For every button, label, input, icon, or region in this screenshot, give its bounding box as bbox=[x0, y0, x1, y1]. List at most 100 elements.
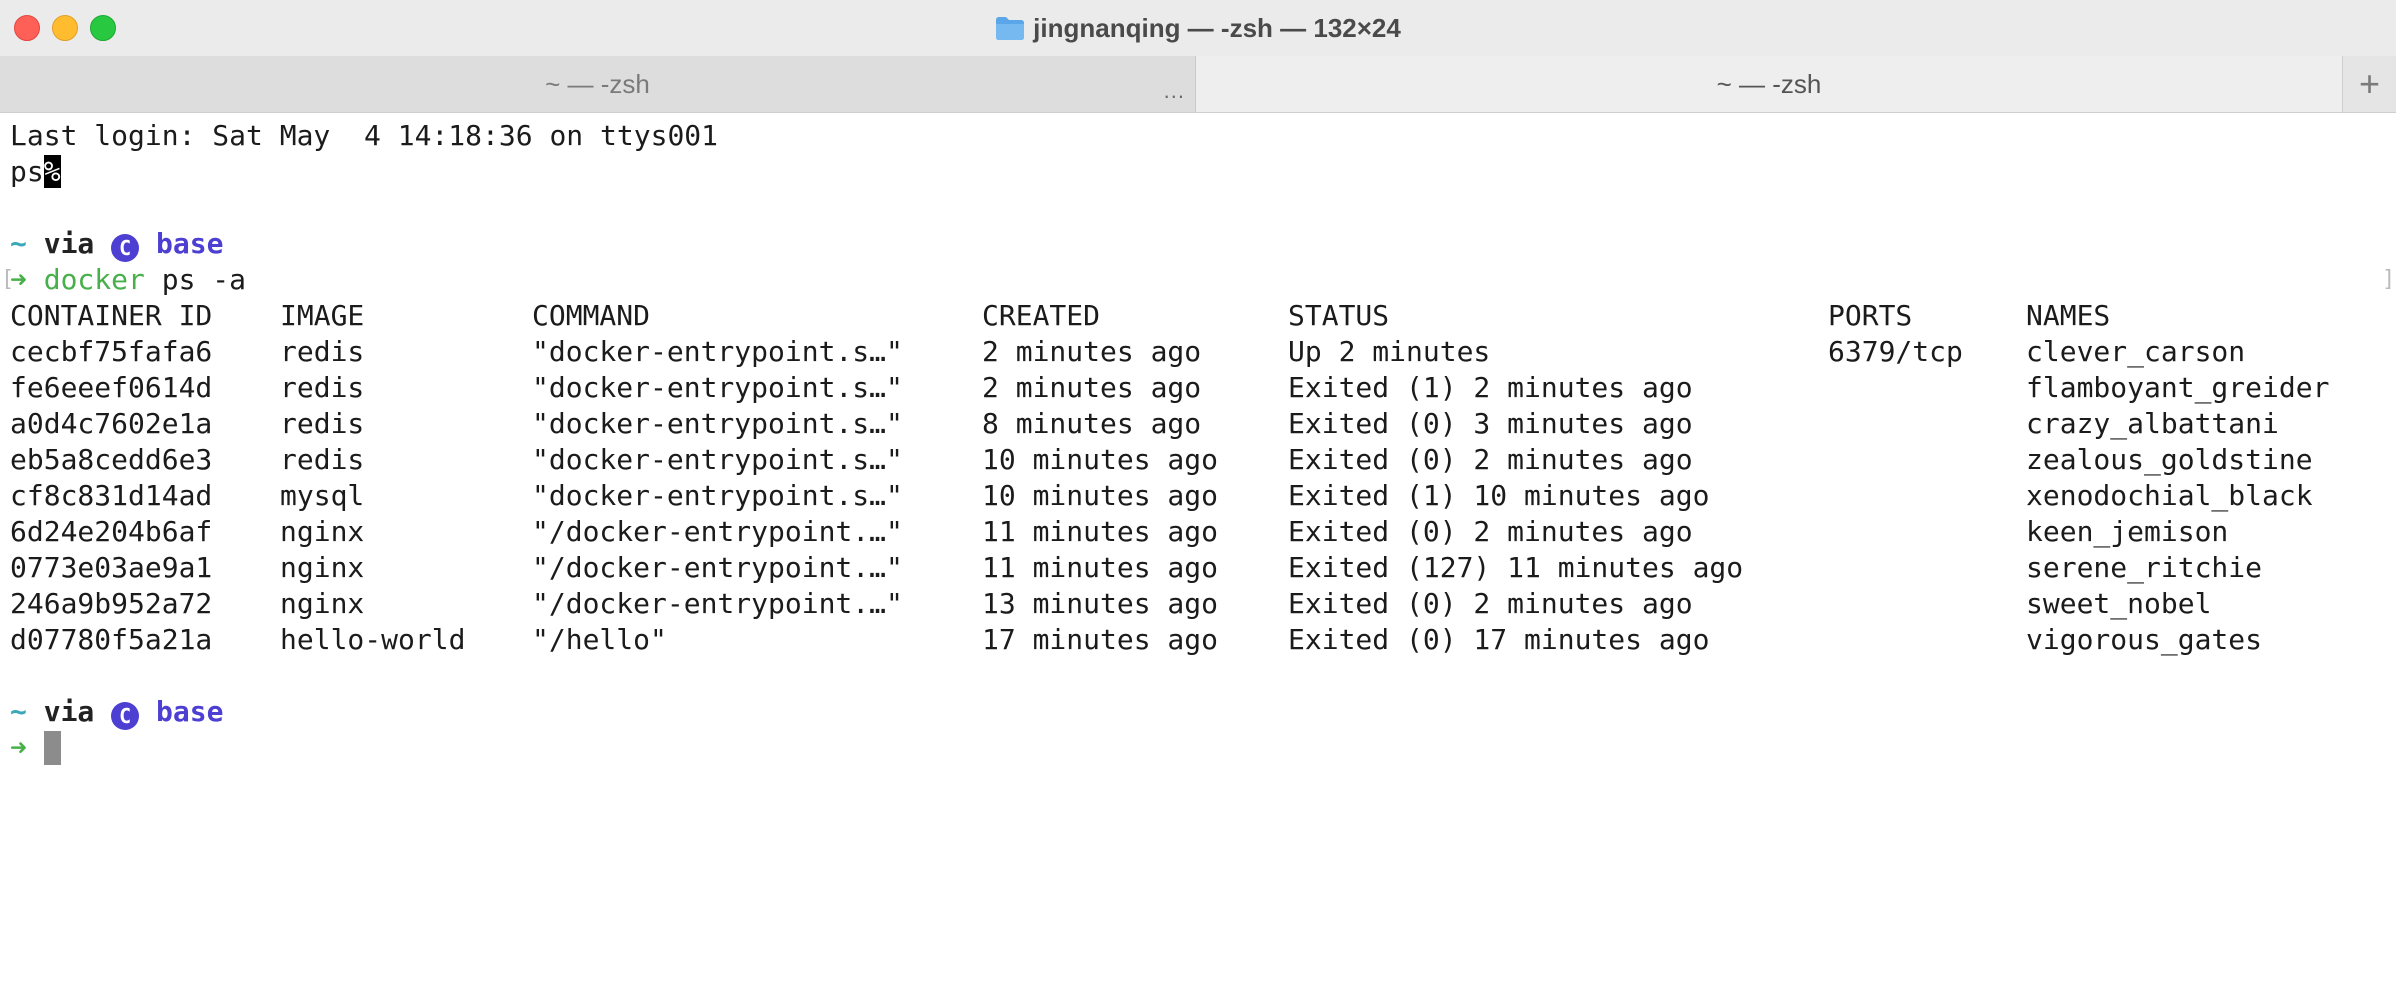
table-row: cf8c831d14ad mysql "docker-entrypoint.s…… bbox=[10, 478, 2396, 514]
maximize-button[interactable] bbox=[90, 15, 116, 41]
cell-command: "/docker-entrypoint.…" bbox=[532, 551, 903, 584]
prompt-tilde: ~ bbox=[10, 695, 27, 728]
last-login-line: Last login: Sat May 4 14:18:36 on ttys00… bbox=[10, 119, 719, 152]
cell-command: "docker-entrypoint.s…" bbox=[532, 443, 903, 476]
cell-created: 11 minutes ago bbox=[982, 551, 1219, 584]
close-button[interactable] bbox=[14, 15, 40, 41]
cell-status: Exited (1) 10 minutes ago bbox=[1288, 479, 1710, 512]
prompt-line: ~ via C base bbox=[10, 226, 2396, 262]
header-image: IMAGE bbox=[280, 299, 365, 332]
prompt-line: ~ via C base bbox=[10, 694, 2396, 730]
tab-bar: ~ — -zsh ... ~ — -zsh + bbox=[0, 56, 2396, 113]
minimize-button[interactable] bbox=[52, 15, 78, 41]
folder-icon bbox=[995, 15, 1025, 41]
table-row: 246a9b952a72 nginx "/docker-entrypoint.…… bbox=[10, 586, 2396, 622]
cell-container-id: fe6eeef0614d bbox=[10, 371, 213, 404]
tab-zsh-2[interactable]: ~ — -zsh bbox=[1196, 56, 2342, 112]
cell-created: 17 minutes ago bbox=[982, 623, 1219, 656]
cell-image: nginx bbox=[280, 515, 365, 548]
cell-command: "docker-entrypoint.s…" bbox=[532, 335, 903, 368]
header-created: CREATED bbox=[982, 299, 1101, 332]
cell-status: Exited (1) 2 minutes ago bbox=[1288, 371, 1693, 404]
cell-command: "docker-entrypoint.s…" bbox=[532, 407, 903, 440]
cell-command: "/docker-entrypoint.…" bbox=[532, 515, 903, 548]
cell-created: 10 minutes ago bbox=[982, 479, 1219, 512]
new-tab-button[interactable]: + bbox=[2342, 56, 2396, 112]
cell-command: "docker-entrypoint.s…" bbox=[532, 479, 903, 512]
conda-env-name: base bbox=[156, 695, 224, 728]
cell-names: xenodochial_black bbox=[2026, 479, 2313, 512]
cell-status: Exited (0) 2 minutes ago bbox=[1288, 515, 1693, 548]
cell-names: flamboyant_greider bbox=[2026, 371, 2330, 404]
command-args: ps -a bbox=[161, 263, 247, 296]
cell-status: Exited (0) 2 minutes ago bbox=[1288, 587, 1693, 620]
window-title-group: jingnanqing — -zsh — 132×24 bbox=[995, 13, 1401, 44]
table-row: d07780f5a21a hello-world "/hello" 17 min… bbox=[10, 622, 2396, 658]
conda-env-name: base bbox=[156, 227, 224, 260]
cell-container-id: cf8c831d14ad bbox=[10, 479, 213, 512]
cell-container-id: 0773e03ae9a1 bbox=[10, 551, 213, 584]
prompt-via: via bbox=[43, 227, 95, 260]
cell-image: nginx bbox=[280, 587, 365, 620]
cell-names: zealous_goldstine bbox=[2026, 443, 2313, 476]
command-line: [➜ docker ps -a] bbox=[1, 262, 2396, 298]
cell-image: nginx bbox=[280, 551, 365, 584]
cell-status: Exited (127) 11 minutes ago bbox=[1288, 551, 1744, 584]
cell-image: mysql bbox=[280, 479, 365, 512]
table-row: eb5a8cedd6e3 redis "docker-entrypoint.s…… bbox=[10, 442, 2396, 478]
header-names: NAMES bbox=[2026, 299, 2111, 332]
cell-command: "/docker-entrypoint.…" bbox=[532, 587, 903, 620]
cell-image: hello-world bbox=[280, 623, 466, 656]
mark-bracket-left: [ bbox=[1, 267, 15, 292]
tab-overflow-button[interactable]: ... bbox=[1164, 78, 1185, 104]
cell-created: 13 minutes ago bbox=[982, 587, 1219, 620]
terminal-output[interactable]: Last login: Sat May 4 14:18:36 on ttys00… bbox=[1, 118, 2396, 766]
mark-bracket-right: ] bbox=[2382, 267, 2396, 292]
cell-command: "/hello" bbox=[532, 623, 667, 656]
title-bar[interactable]: jingnanqing — -zsh — 132×24 bbox=[0, 0, 2396, 56]
header-container-id: CONTAINER ID bbox=[10, 299, 213, 332]
tab-label: ~ — -zsh bbox=[545, 68, 650, 99]
prompt-via: via bbox=[43, 695, 95, 728]
header-command: COMMAND bbox=[532, 299, 651, 332]
header-status: STATUS bbox=[1288, 299, 1390, 332]
cell-names: crazy_albattani bbox=[2026, 407, 2279, 440]
table-header-row: CONTAINER ID IMAGE COMMAND CREATED STATU… bbox=[10, 298, 2396, 334]
table-row: cecbf75fafa6 redis "docker-entrypoint.s…… bbox=[10, 334, 2396, 370]
input-line[interactable]: ➜ bbox=[10, 730, 2396, 766]
command-name: docker bbox=[43, 263, 145, 296]
cell-names: sweet_nobel bbox=[2026, 587, 2212, 620]
traffic-lights bbox=[14, 15, 116, 41]
cell-names: serene_ritchie bbox=[2026, 551, 2263, 584]
cell-container-id: d07780f5a21a bbox=[10, 623, 213, 656]
cell-created: 10 minutes ago bbox=[982, 443, 1219, 476]
cell-image: redis bbox=[280, 443, 365, 476]
prompt-tilde: ~ bbox=[10, 227, 27, 260]
cell-names: clever_carson bbox=[2026, 335, 2246, 368]
cell-command: "docker-entrypoint.s…" bbox=[532, 371, 903, 404]
ps-line: ps% bbox=[10, 154, 2396, 190]
conda-icon: C bbox=[111, 234, 140, 262]
cell-names: keen_jemison bbox=[2026, 515, 2229, 548]
cell-image: redis bbox=[280, 371, 365, 404]
cell-container-id: 246a9b952a72 bbox=[10, 587, 213, 620]
conda-icon: C bbox=[111, 702, 140, 730]
text-cursor bbox=[43, 731, 61, 765]
cell-image: redis bbox=[280, 335, 365, 368]
terminal-window: jingnanqing — -zsh — 132×24 ~ — -zsh ...… bbox=[0, 0, 2396, 988]
cell-status: Exited (0) 2 minutes ago bbox=[1288, 443, 1693, 476]
table-row: 6d24e204b6af nginx "/docker-entrypoint.…… bbox=[10, 514, 2396, 550]
cell-status: Exited (0) 17 minutes ago bbox=[1288, 623, 1710, 656]
cell-container-id: a0d4c7602e1a bbox=[10, 407, 213, 440]
table-row: fe6eeef0614d redis "docker-entrypoint.s…… bbox=[10, 370, 2396, 406]
prompt-arrow: ➜ bbox=[10, 731, 27, 764]
cell-names: vigorous_gates bbox=[2026, 623, 2263, 656]
cell-container-id: 6d24e204b6af bbox=[10, 515, 213, 548]
cell-image: redis bbox=[280, 407, 365, 440]
cell-container-id: eb5a8cedd6e3 bbox=[10, 443, 213, 476]
tab-zsh-1[interactable]: ~ — -zsh ... bbox=[0, 56, 1196, 112]
tab-label: ~ — -zsh bbox=[1716, 68, 1822, 99]
window-title: jingnanqing — -zsh — 132×24 bbox=[1033, 12, 1401, 43]
cell-ports: 6379/tcp bbox=[1828, 335, 1963, 368]
